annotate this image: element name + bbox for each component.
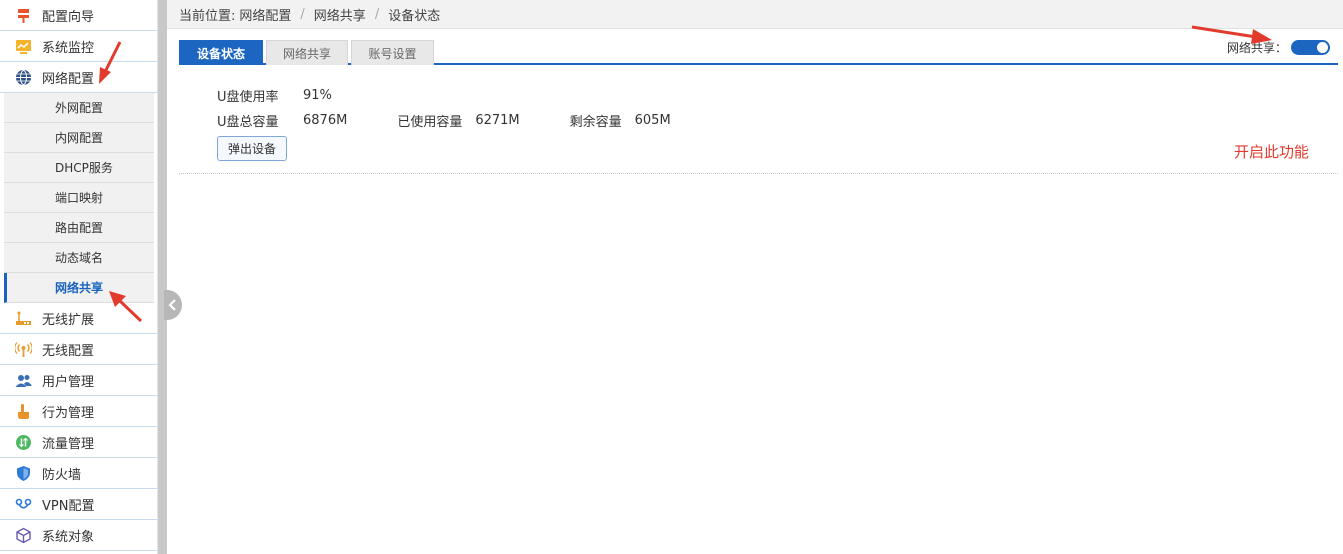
sidebar-item-network-config[interactable]: 网络配置 xyxy=(0,62,157,93)
sidebar-item-label: 用户管理 xyxy=(42,374,95,390)
sidebar-item-label: 系统对象 xyxy=(42,529,95,545)
eject-device-button[interactable]: 弹出设备 xyxy=(217,136,288,161)
capacity-row: U盘总容量 6876M 已使用容量 6271M 剩余容量 605M xyxy=(217,108,1338,133)
total-capacity-label: U盘总容量 xyxy=(217,115,279,130)
sidebar-item-config-wizard[interactable]: 配置向导 xyxy=(0,0,157,31)
sidebar-divider xyxy=(158,0,167,554)
shield-icon xyxy=(15,465,32,482)
breadcrumb-prefix: 当前位置: xyxy=(179,8,236,24)
annotation-arrow-icon xyxy=(99,41,122,84)
tab-account-settings[interactable]: 账号设置 xyxy=(351,40,434,65)
breadcrumb-level-network-config[interactable]: 网络配置 xyxy=(239,5,291,24)
used-capacity-value: 6271M xyxy=(475,113,520,128)
sidebar-item-system-monitor[interactable]: 系统监控 xyxy=(0,31,157,62)
sidebar-item-label: 行为管理 xyxy=(42,405,95,421)
annotation-note: 开启此功能 xyxy=(1234,143,1310,161)
monitor-icon xyxy=(15,38,32,55)
sidebar-item-label: 网络配置 xyxy=(42,71,95,87)
sidebar-item-label: 系统监控 xyxy=(42,40,95,56)
sidebar-subitem-port-mapping[interactable]: 端口映射 xyxy=(4,183,154,213)
hand-pointer-icon xyxy=(15,403,32,420)
main-panel: 当前位置: 网络配置 / 网络共享 / 设备状态 设备状态 网络共享 账号设置 … xyxy=(167,0,1343,554)
sidebar-item-user-management[interactable]: 用户管理 xyxy=(0,365,157,396)
sidebar-item-system-objects[interactable]: 系统对象 xyxy=(0,520,157,551)
sidebar-subitem-wan-config[interactable]: 外网配置 xyxy=(4,93,154,123)
network-share-toggle[interactable] xyxy=(1291,40,1330,55)
sidebar-subitem-dhcp[interactable]: DHCP服务 xyxy=(4,153,154,183)
cube-icon xyxy=(15,527,32,544)
wireless-signal-icon xyxy=(15,341,32,358)
annotation-arrow-icon xyxy=(1191,25,1272,44)
breadcrumb-level-network-share[interactable]: 网络共享 xyxy=(314,5,366,24)
used-capacity-label: 已使用容量 xyxy=(397,115,463,130)
device-status-panel: U盘使用率 91% U盘总容量 6876M 已使用容量 6271M 剩余容量 6… xyxy=(179,65,1338,174)
toggle-knob xyxy=(1316,41,1329,54)
breadcrumb: 当前位置: 网络配置 / 网络共享 / 设备状态 xyxy=(167,0,1343,29)
tab-network-share[interactable]: 网络共享 xyxy=(266,40,348,65)
sidebar-item-label: 配置向导 xyxy=(42,9,95,25)
usage-label: U盘使用率 xyxy=(217,90,279,105)
sidebar-item-traffic-management[interactable]: 流量管理 xyxy=(0,427,157,458)
breadcrumb-separator: / xyxy=(374,6,380,22)
sidebar-item-behavior-management[interactable]: 行为管理 xyxy=(0,396,157,427)
sidebar-item-vpn-config[interactable]: VPN配置 xyxy=(0,489,157,520)
usage-value: 91% xyxy=(303,88,332,103)
sidebar-item-label: VPN配置 xyxy=(42,498,95,514)
users-icon xyxy=(15,372,32,389)
sidebar-item-firewall[interactable]: 防火墙 xyxy=(0,458,157,489)
sidebar-item-label: 防火墙 xyxy=(42,467,82,483)
free-capacity-value: 605M xyxy=(634,113,671,128)
sidebar-item-label: 无线扩展 xyxy=(42,312,95,328)
sidebar-item-label: 无线配置 xyxy=(42,343,95,359)
wireless-extend-icon xyxy=(15,310,32,327)
usage-row: U盘使用率 91% xyxy=(217,83,1338,108)
sidebar: 配置向导 系统监控 网络配置 外网配置 内网配置 DHCP服务 端口映射 路由配… xyxy=(0,0,158,554)
vpn-icon xyxy=(15,496,32,513)
wizard-icon xyxy=(15,7,32,24)
sidebar-subitem-lan-config[interactable]: 内网配置 xyxy=(4,123,154,153)
tab-device-status[interactable]: 设备状态 xyxy=(179,40,263,65)
traffic-icon xyxy=(15,434,32,451)
breadcrumb-level-device-status: 设备状态 xyxy=(388,8,441,24)
sidebar-subitem-ddns[interactable]: 动态域名 xyxy=(4,243,154,273)
sidebar-subitem-route-config[interactable]: 路由配置 xyxy=(4,213,154,243)
annotation-arrow-icon xyxy=(109,291,143,323)
network-globe-icon xyxy=(15,69,32,86)
tab-bar: 设备状态 网络共享 账号设置 网络共享： xyxy=(179,29,1338,65)
free-capacity-label: 剩余容量 xyxy=(569,115,622,130)
total-capacity-value: 6876M xyxy=(303,113,348,128)
sidebar-item-wireless-config[interactable]: 无线配置 xyxy=(0,334,157,365)
breadcrumb-separator: / xyxy=(300,6,305,22)
sidebar-item-label: 流量管理 xyxy=(42,436,95,452)
